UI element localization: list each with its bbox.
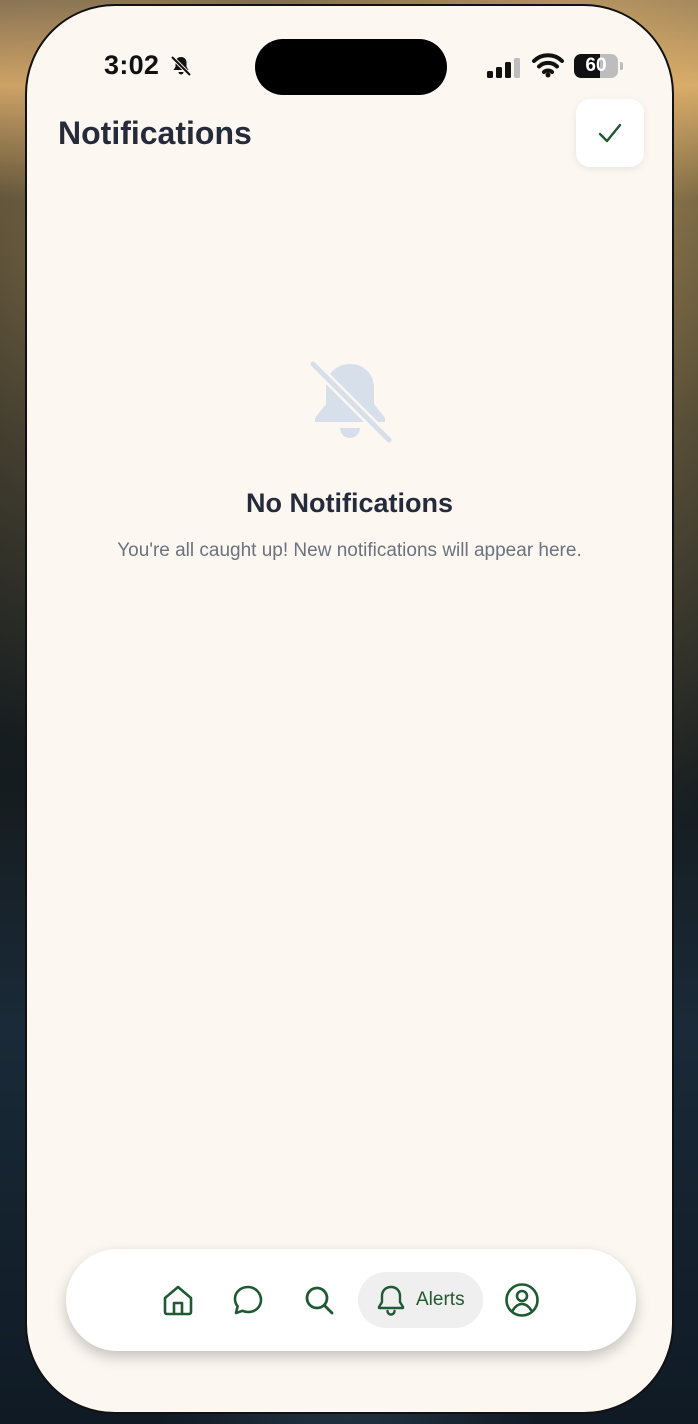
bell-icon — [377, 1285, 405, 1316]
chat-bubble-icon — [233, 1285, 263, 1315]
bell-slash-icon — [307, 359, 394, 445]
bottom-tab-bar: Alerts — [66, 1249, 636, 1351]
tab-home[interactable] — [156, 1249, 200, 1351]
tab-alerts[interactable]: Alerts — [358, 1272, 483, 1328]
status-time: 3:02 — [104, 50, 160, 80]
empty-state-message: You're all caught up! New notifications … — [117, 540, 582, 561]
bell-slash-icon — [170, 55, 192, 77]
tab-alerts-label: Alerts — [416, 1289, 465, 1310]
user-circle-icon — [505, 1283, 539, 1317]
tab-messages[interactable] — [226, 1249, 270, 1351]
tab-profile[interactable] — [500, 1249, 544, 1351]
phone-screen: 3:02 60 Notifications No Notifications Y… — [25, 4, 674, 1414]
battery-icon: 60 — [574, 54, 623, 78]
empty-state: No Notifications You're all caught up! N… — [27, 356, 672, 565]
dynamic-island — [255, 39, 447, 95]
cellular-signal-icon — [487, 58, 520, 78]
checkmark-icon — [598, 123, 622, 143]
empty-state-title: No Notifications — [246, 488, 453, 518]
search-icon — [305, 1286, 334, 1315]
wifi-icon — [532, 53, 564, 78]
page-title: Notifications — [58, 115, 252, 151]
mark-all-read-button[interactable] — [576, 99, 644, 167]
tab-search[interactable] — [297, 1249, 341, 1351]
battery-nub — [620, 62, 623, 70]
home-icon — [163, 1285, 193, 1316]
battery-percentage: 60 — [585, 55, 607, 76]
status-bar: 3:02 60 — [27, 6, 672, 116]
battery-body: 60 — [574, 54, 618, 78]
